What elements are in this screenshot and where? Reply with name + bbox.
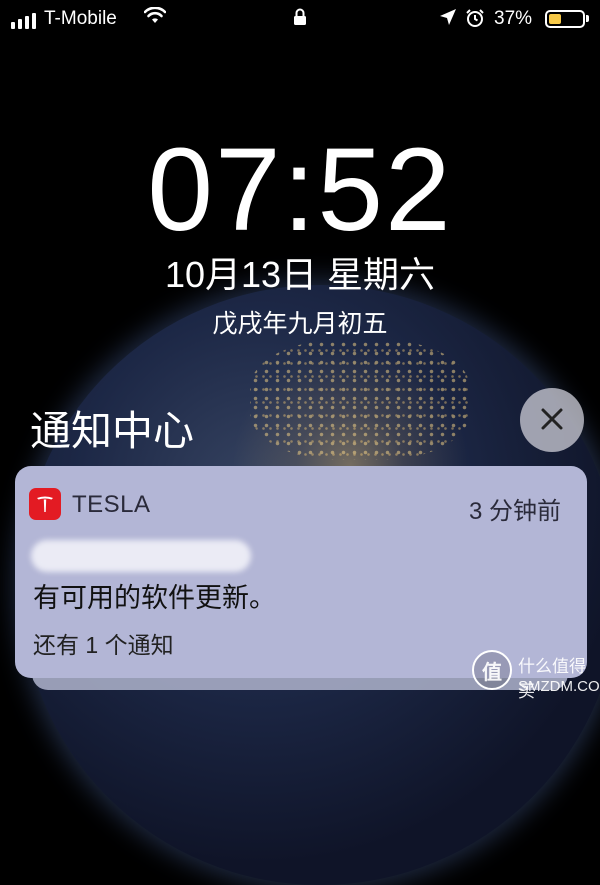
cellular-signal-icon <box>11 13 36 29</box>
battery-cap <box>586 15 589 22</box>
watermark-line2: SMZDM.COM <box>518 678 600 695</box>
tesla-notification-card[interactable]: TESLA 3 分钟前 有可用的软件更新。 还有 1 个通知 <box>15 466 587 678</box>
status-bar: T-Mobile 37% <box>0 0 600 40</box>
redacted-notification-title <box>31 540 251 572</box>
location-arrow-icon <box>439 8 457 32</box>
city-lights-decoration <box>250 340 470 460</box>
close-icon <box>540 402 564 439</box>
notification-time: 3 分钟前 <box>468 498 561 525</box>
alarm-clock-icon <box>465 8 485 34</box>
battery-percent: 37% <box>494 8 533 29</box>
battery-icon <box>545 10 585 28</box>
watermark: 值 什么值得买 SMZDM.COM <box>472 650 600 702</box>
clear-notifications-button[interactable] <box>520 388 584 452</box>
notification-app-name: TESLA <box>72 491 151 518</box>
smzdm-logo: 值 <box>472 650 512 690</box>
notification-center-title: 通知中心 <box>30 408 194 454</box>
carrier-name: T-Mobile <box>44 8 117 29</box>
lock-icon <box>293 8 307 32</box>
lock-screen-date: 10月13日 星期六 <box>164 254 436 295</box>
more-notifications-count: 还有 1 个通知 <box>33 632 174 658</box>
wifi-icon <box>143 6 167 30</box>
tesla-app-icon <box>29 488 61 520</box>
battery-level-fill <box>549 14 561 24</box>
notification-body: 有可用的软件更新。 <box>33 583 276 613</box>
lock-screen-time: 07:52 <box>147 124 453 256</box>
lunar-date: 戊戌年九月初五 <box>212 310 388 338</box>
